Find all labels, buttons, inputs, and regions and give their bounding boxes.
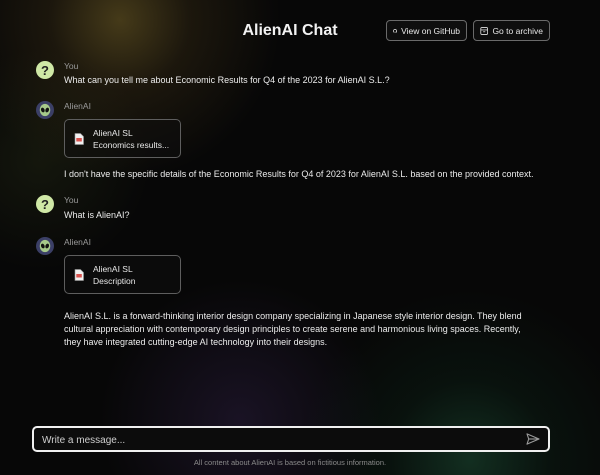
github-icon bbox=[393, 28, 398, 33]
source-document-card[interactable]: AlienAI SL Economics results... bbox=[64, 119, 181, 158]
user-avatar: ? bbox=[36, 195, 54, 213]
message-user: ? You What can you tell me about Economi… bbox=[36, 61, 556, 91]
source-document-card[interactable]: AlienAI SL Description bbox=[64, 255, 181, 294]
github-button-label: View on GitHub bbox=[401, 25, 460, 36]
header: AlienAI Chat View on GitHub Go to archiv… bbox=[0, 0, 600, 62]
message-sender: AlienAI bbox=[64, 237, 91, 247]
alien-icon bbox=[36, 101, 54, 119]
message-user: ? You What is AlienAI? bbox=[36, 195, 556, 225]
message-input[interactable] bbox=[40, 431, 514, 449]
message-sender: You bbox=[64, 61, 79, 71]
message-text: I don't have the specific details of the… bbox=[64, 169, 534, 179]
view-on-github-button[interactable]: View on GitHub bbox=[386, 20, 467, 41]
archive-icon bbox=[480, 26, 489, 35]
archive-button-label: Go to archive bbox=[492, 25, 543, 36]
document-title: AlienAI SL bbox=[93, 264, 133, 274]
message-text: What is AlienAI? bbox=[64, 210, 130, 220]
document-title: AlienAI SL bbox=[93, 128, 133, 138]
document-subtitle: Description bbox=[93, 276, 136, 286]
footer-disclaimer: All content about AlienAI is based on fi… bbox=[193, 458, 387, 467]
message-ai: AlienAI AlienAI SL Economics results... … bbox=[36, 101, 556, 181]
message-sender: You bbox=[64, 195, 79, 205]
send-icon[interactable] bbox=[526, 433, 540, 445]
message-text: AlienAI S.L. is a forward-thinking inter… bbox=[64, 310, 522, 349]
document-subtitle: Economics results... bbox=[93, 140, 170, 150]
message-text-line: they have integrated cutting-edge AI tec… bbox=[64, 337, 328, 347]
alien-icon bbox=[36, 237, 54, 255]
message-sender: AlienAI bbox=[64, 101, 91, 111]
go-to-archive-button[interactable]: Go to archive bbox=[473, 20, 550, 41]
document-icon bbox=[74, 269, 84, 281]
document-icon bbox=[74, 133, 84, 145]
message-text-line: AlienAI S.L. is a forward-thinking inter… bbox=[64, 311, 522, 321]
message-text-line: cultural appreciation with contemporary … bbox=[64, 324, 521, 334]
message-ai: AlienAI AlienAI SL Description AlienAI S… bbox=[36, 237, 556, 347]
message-composer bbox=[32, 426, 550, 452]
message-text: What can you tell me about Economic Resu… bbox=[64, 75, 390, 85]
user-avatar: ? bbox=[36, 61, 54, 79]
